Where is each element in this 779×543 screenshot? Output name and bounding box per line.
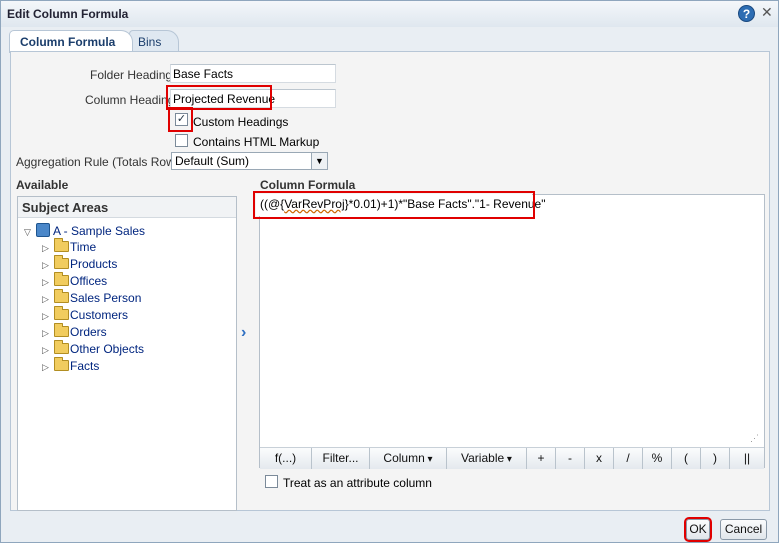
expanded-triangle-icon[interactable]: ▽ [24, 227, 36, 238]
tree-folder-label: Time [70, 240, 97, 254]
column-formula-heading: Column Formula [260, 178, 356, 192]
tree-folder-label: Other Objects [70, 342, 145, 356]
folder-heading-input[interactable] [170, 64, 336, 83]
folder-heading-label: Folder Heading [90, 68, 173, 82]
contains-html-checkbox[interactable] [175, 134, 188, 147]
folder-icon [54, 238, 69, 252]
custom-headings-label: Custom Headings [193, 115, 289, 129]
tree-root-label: A - Sample Sales [53, 224, 146, 238]
tree-folder-label: Sales Person [70, 291, 142, 305]
tree-folder-offices[interactable]: ▷ Offices [42, 272, 108, 289]
collapsed-triangle-icon[interactable]: ▷ [42, 311, 54, 322]
tab-bins-label: Bins [138, 35, 162, 49]
move-right-icon[interactable]: › [241, 324, 246, 342]
tab-bins[interactable]: Bins [129, 30, 179, 52]
folder-icon [54, 323, 69, 337]
divide-button[interactable]: / [614, 448, 643, 469]
aggregation-label: Aggregation Rule (Totals Row) [16, 155, 179, 169]
tree-folder-time[interactable]: ▷ Time [42, 238, 97, 255]
formula-suffix: }*0.01)+1)*"Base Facts"."1- Revenue" [344, 197, 546, 211]
tree-folder-sales-person[interactable]: ▷ Sales Person [42, 289, 142, 306]
collapsed-triangle-icon[interactable]: ▷ [42, 260, 54, 271]
tree-folder-other-objects[interactable]: ▷ Other Objects [42, 340, 145, 357]
attribute-column-checkbox[interactable] [265, 475, 278, 488]
open-paren-button[interactable]: ( [672, 448, 701, 469]
tree-folder-facts[interactable]: ▷ Facts [42, 357, 100, 374]
collapsed-triangle-icon[interactable]: ▷ [42, 362, 54, 373]
collapsed-triangle-icon[interactable]: ▷ [42, 243, 54, 254]
collapsed-triangle-icon[interactable]: ▷ [42, 294, 54, 305]
folder-icon [54, 357, 69, 371]
variable-dropdown-button[interactable]: Variable [447, 448, 527, 469]
tree-folder-customers[interactable]: ▷ Customers [42, 306, 129, 323]
available-heading: Available [16, 178, 69, 192]
tree-folder-products[interactable]: ▷ Products [42, 255, 118, 272]
plus-button[interactable]: + [527, 448, 556, 469]
folder-icon [54, 306, 69, 320]
resize-grip-icon[interactable]: ⋰ [750, 433, 759, 444]
aggregation-select[interactable]: Default (Sum) ▼ [171, 152, 328, 170]
aggregation-selected-value: Default (Sum) [175, 154, 250, 168]
ok-button[interactable]: OK [684, 517, 712, 542]
filter-button[interactable]: Filter... [312, 448, 370, 469]
attribute-column-label: Treat as an attribute column [283, 476, 432, 490]
help-icon[interactable]: ? [738, 5, 755, 22]
cancel-button[interactable]: Cancel [720, 519, 767, 540]
collapsed-triangle-icon[interactable]: ▷ [42, 328, 54, 339]
tab-column-formula[interactable]: Column Formula [9, 30, 133, 53]
concat-button[interactable]: || [730, 448, 764, 469]
collapsed-triangle-icon[interactable]: ▷ [42, 345, 54, 356]
custom-headings-highlight [168, 107, 193, 132]
folder-icon [54, 272, 69, 286]
tree-folder-label: Customers [70, 308, 129, 322]
close-paren-button[interactable]: ) [701, 448, 730, 469]
column-heading-highlight [166, 85, 272, 110]
subject-area-cube-icon [36, 223, 50, 237]
tree-root-sample-sales[interactable]: ▽ A - Sample Sales [24, 223, 145, 238]
formula-text[interactable]: ((@{VarRevProj}*0.01)+1)*"Base Facts"."1… [253, 191, 545, 219]
tree-folder-orders[interactable]: ▷ Orders [42, 323, 107, 340]
chevron-down-icon[interactable]: ▼ [311, 153, 327, 169]
tree-folder-label: Orders [70, 325, 107, 339]
tree-folder-label: Facts [70, 359, 100, 373]
edit-column-formula-dialog: Edit Column Formula ? ✕ Bins Column Form… [0, 0, 779, 543]
formula-variable: VarRevProj [284, 197, 345, 211]
column-heading-label: Column Heading [85, 93, 175, 107]
collapsed-triangle-icon[interactable]: ▷ [42, 277, 54, 288]
percent-button[interactable]: % [643, 448, 672, 469]
function-button[interactable]: f(...) [260, 448, 312, 469]
tree-folder-label: Products [70, 257, 118, 271]
formula-editor[interactable] [259, 194, 765, 468]
tree-folder-label: Offices [70, 274, 108, 288]
folder-icon [54, 255, 69, 269]
close-icon[interactable]: ✕ [761, 4, 773, 21]
column-dropdown-button[interactable]: Column [370, 448, 447, 469]
subject-areas-title: Subject Areas [18, 197, 236, 218]
contains-html-label: Contains HTML Markup [193, 135, 320, 149]
tab-column-formula-label: Column Formula [20, 35, 116, 49]
folder-icon [54, 340, 69, 354]
formula-prefix: ((@{ [260, 197, 285, 211]
minus-button[interactable]: - [556, 448, 585, 469]
multiply-button[interactable]: x [585, 448, 614, 469]
dialog-title: Edit Column Formula [7, 7, 129, 21]
dialog-titlebar: Edit Column Formula ? ✕ [1, 1, 778, 27]
folder-icon [54, 289, 69, 303]
formula-toolbar: f(...) Filter... Column Variable + - x /… [260, 447, 764, 469]
